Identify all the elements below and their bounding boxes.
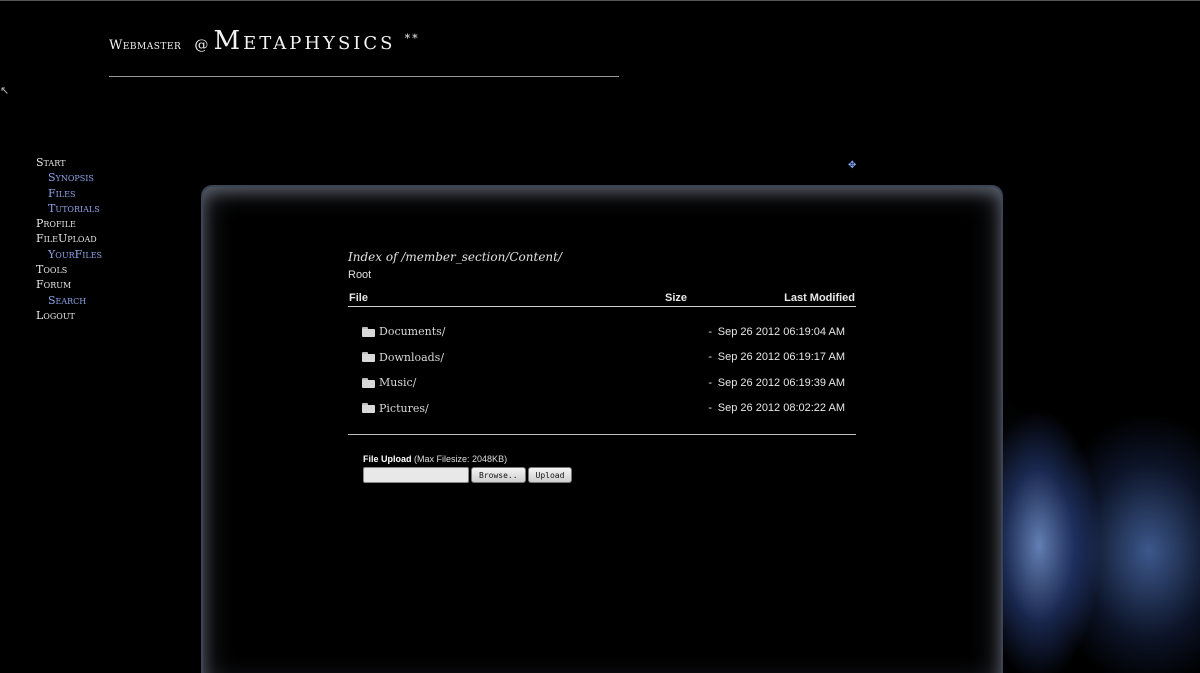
row-name[interactable]: Downloads/	[348, 351, 652, 364]
table-row[interactable]: Documents/ - Sep 26 2012 06:19:04 AM	[348, 319, 856, 345]
page: ↖ ✥ Webmaster @ Metaphysics ** Start Syno…	[0, 0, 1200, 673]
row-size: -	[708, 376, 712, 389]
folder-link[interactable]: Downloads/	[379, 351, 444, 364]
upload-label: File Upload	[363, 454, 412, 464]
row-size: -	[708, 402, 712, 415]
nav-item-tools[interactable]: Tools	[36, 262, 102, 277]
row-name[interactable]: Documents/	[348, 325, 652, 338]
upload-button[interactable]: Upload	[527, 467, 573, 483]
upload-form: File Upload (Max Filesize: 2048KB) Brows…	[348, 454, 856, 483]
file-path-input[interactable]	[363, 467, 469, 483]
row-modified: Sep 26 2012 08:02:22 AM	[717, 402, 845, 415]
row-modified: Sep 26 2012 06:19:39 AM	[717, 376, 845, 389]
nav-item-forum[interactable]: Forum	[36, 277, 102, 292]
table-row[interactable]: Pictures/ - Sep 26 2012 08:02:22 AM	[348, 396, 856, 422]
nav-item-fileupload[interactable]: FileUpload	[36, 231, 102, 246]
folder-icon	[362, 403, 375, 414]
row-modified: Sep 26 2012 06:19:17 AM	[717, 351, 845, 364]
mouse-cursor-icon: ↖	[0, 84, 10, 97]
table-header: File Size Last Modified	[348, 292, 856, 307]
row-name[interactable]: Pictures/	[348, 402, 652, 415]
nav-item-yourfiles[interactable]: YourFiles	[36, 247, 102, 262]
site-title[interactable]: Webmaster @ Metaphysics **	[109, 26, 420, 56]
index-title: Index of /member_section/Content/	[348, 250, 563, 264]
site-title-stars: **	[404, 32, 420, 45]
top-border	[0, 0, 1200, 1]
row-size: -	[708, 351, 712, 364]
folder-icon	[362, 377, 375, 388]
site-title-at: @	[194, 37, 209, 53]
site-title-prefix: Webmaster	[109, 38, 182, 53]
row-size: -	[708, 325, 712, 338]
upload-hint: (Max Filesize: 2048KB)	[414, 454, 508, 464]
root-link[interactable]: Root	[348, 269, 856, 281]
background-nebula-right	[1000, 390, 1130, 673]
nav-item-tutorials[interactable]: Tutorials	[36, 201, 102, 216]
table-row[interactable]: Downloads/ - Sep 26 2012 06:19:17 AM	[348, 345, 856, 371]
sparkle-icon: ✥	[848, 160, 857, 171]
column-file[interactable]: File	[349, 292, 639, 304]
listing-divider	[348, 434, 856, 435]
file-listing: Index of /member_section/Content/ Root F…	[348, 250, 856, 483]
table-row[interactable]: Music/ - Sep 26 2012 06:19:39 AM	[348, 370, 856, 396]
nav-item-profile[interactable]: Profile	[36, 216, 102, 231]
nav-item-search[interactable]: Search	[36, 293, 102, 308]
browse-button[interactable]: Browse..	[471, 467, 526, 483]
column-size[interactable]: Size	[639, 292, 687, 304]
folder-icon	[362, 326, 375, 337]
column-last-modified[interactable]: Last Modified	[687, 292, 855, 304]
header-divider	[109, 76, 619, 77]
site-title-brand: Metaphysics	[213, 26, 396, 56]
row-name[interactable]: Music/	[348, 376, 652, 389]
nav-item-files[interactable]: Files	[36, 186, 102, 201]
table-body: Documents/- Sep 26 2012 06:19:04 AM Downlo…	[348, 319, 856, 421]
nav-item-logout[interactable]: Logout	[36, 308, 102, 323]
folder-link[interactable]: Pictures/	[379, 402, 429, 415]
side-nav: Start Synopsis Files Tutorials Profile FileUp…	[36, 155, 102, 323]
folder-link[interactable]: Music/	[379, 376, 416, 389]
row-modified: Sep 26 2012 06:19:04 AM	[717, 325, 845, 338]
nav-item-synopsis[interactable]: Synopsis	[36, 170, 102, 185]
folder-link[interactable]: Documents/	[379, 325, 445, 338]
folder-icon	[362, 352, 375, 363]
nav-item-start[interactable]: Start	[36, 155, 102, 170]
